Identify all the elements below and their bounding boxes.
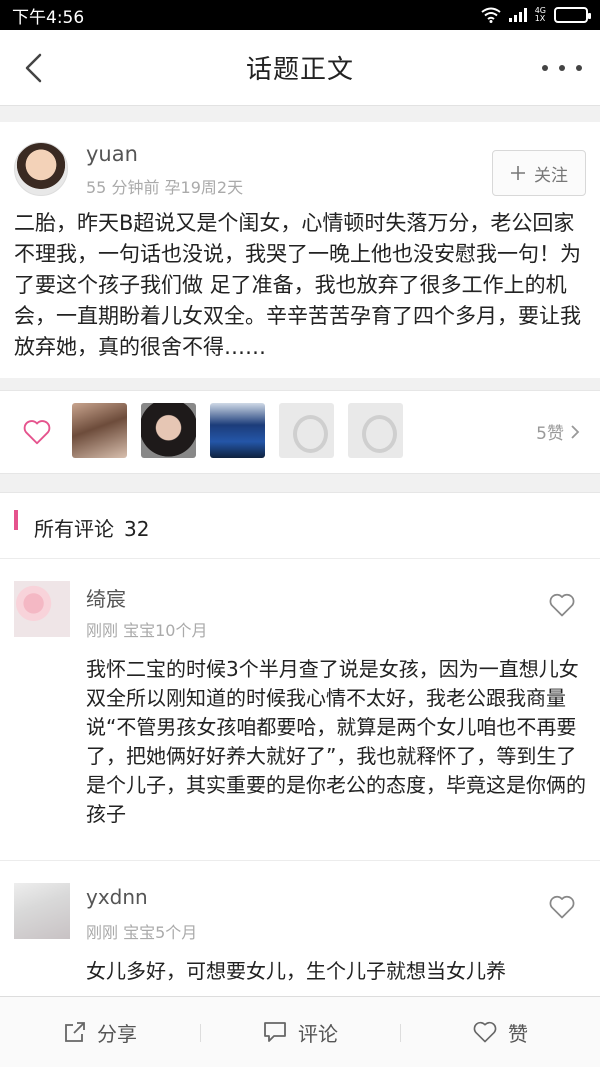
liker-avatar[interactable] xyxy=(210,403,265,458)
status-icons: 4G 1X xyxy=(481,7,591,23)
section-accent-bar xyxy=(14,510,18,530)
comment-label: 评论 xyxy=(298,1021,338,1046)
like-count-link[interactable]: 5赞 xyxy=(536,419,580,444)
like-label: 赞 xyxy=(508,1021,528,1046)
comments-label: 所有评论 xyxy=(34,517,114,541)
comments-count: 32 xyxy=(124,517,150,541)
liker-avatar[interactable] xyxy=(141,403,196,458)
liker-avatars xyxy=(72,403,403,458)
like-heart-icon[interactable] xyxy=(22,417,52,447)
network-type-bottom: 1X xyxy=(534,14,546,23)
heart-icon xyxy=(473,1021,497,1043)
share-button[interactable]: 分享 xyxy=(0,1018,200,1047)
back-button[interactable] xyxy=(18,50,48,86)
comment-text: 我怀二宝的时候3个半月查了说是女孩，因为一直想儿女双全所以刚知道的时候我心情不太… xyxy=(86,657,586,826)
comment-like-heart-icon[interactable] xyxy=(548,591,576,619)
liker-avatar[interactable] xyxy=(348,403,403,458)
comments-header: 所有评论 32 xyxy=(0,492,600,558)
comment-meta: 刚刚 宝宝5个月 xyxy=(86,923,198,942)
share-icon xyxy=(65,1022,85,1042)
comment-item: 绮宸 刚刚 宝宝10个月 我怀二宝的时候3个半月查了说是女孩，因为一直想儿女双全… xyxy=(0,559,600,861)
commenter-avatar[interactable] xyxy=(14,581,70,637)
chevron-left-icon xyxy=(25,53,42,83)
commenter-name[interactable]: 绮宸 xyxy=(86,583,126,612)
like-count: 5赞 xyxy=(536,424,564,444)
commenter-name[interactable]: yxdnn xyxy=(86,885,148,909)
nav-bar: 话题正文 xyxy=(0,30,600,106)
like-button[interactable]: 赞 xyxy=(400,1018,600,1047)
signal-icon xyxy=(508,8,527,22)
commenter-avatar[interactable] xyxy=(14,883,70,939)
more-options-button[interactable] xyxy=(542,58,582,78)
author-avatar[interactable] xyxy=(14,142,68,196)
more-dot-icon xyxy=(542,65,548,71)
comment-list: 绮宸 刚刚 宝宝10个月 我怀二宝的时候3个半月查了说是女孩，因为一直想儿女双全… xyxy=(0,558,600,996)
share-label: 分享 xyxy=(97,1021,137,1046)
post-meta: 55 分钟前 孕19周2天 xyxy=(86,178,244,197)
liker-avatar[interactable] xyxy=(72,403,127,458)
likes-row: 5赞 xyxy=(0,390,600,474)
wifi-icon xyxy=(481,7,501,23)
post-card: yuan 55 分钟前 孕19周2天 关注 二胎，昨天B超说又是个闺女，心情顿时… xyxy=(0,122,600,378)
more-dot-icon xyxy=(576,65,582,71)
follow-button[interactable]: 关注 xyxy=(492,150,586,196)
post-content: 二胎，昨天B超说又是个闺女，心情顿时失落万分，老公回家不理我，一句话也没说，我哭… xyxy=(14,211,581,359)
bottom-action-bar: 分享 评论 赞 xyxy=(0,996,600,1067)
comment-item: yxdnn 刚刚 宝宝5个月 女儿多好，可想要女儿，生个儿子就想当女儿养 xyxy=(0,861,600,996)
comment-button[interactable]: 评论 xyxy=(200,1018,400,1047)
status-bar: 下午4:56 4G 1X xyxy=(0,0,600,30)
plus-icon xyxy=(511,166,525,180)
comment-icon xyxy=(264,1022,286,1042)
comments-title: 所有评论 32 xyxy=(34,513,149,542)
chevron-right-icon xyxy=(571,424,580,439)
comment-meta: 刚刚 宝宝10个月 xyxy=(86,621,208,640)
page-title: 话题正文 xyxy=(245,55,354,85)
comment-like-heart-icon[interactable] xyxy=(548,893,576,921)
liker-avatar[interactable] xyxy=(279,403,334,458)
status-time: 下午4:56 xyxy=(12,7,85,28)
comment-text: 女儿多好，可想要女儿，生个儿子就想当女儿养 xyxy=(86,959,506,983)
battery-icon xyxy=(554,7,591,23)
author-name[interactable]: yuan xyxy=(86,142,138,166)
follow-label: 关注 xyxy=(534,165,568,186)
network-type: 4G 1X xyxy=(535,7,546,23)
more-dot-icon xyxy=(559,65,565,71)
